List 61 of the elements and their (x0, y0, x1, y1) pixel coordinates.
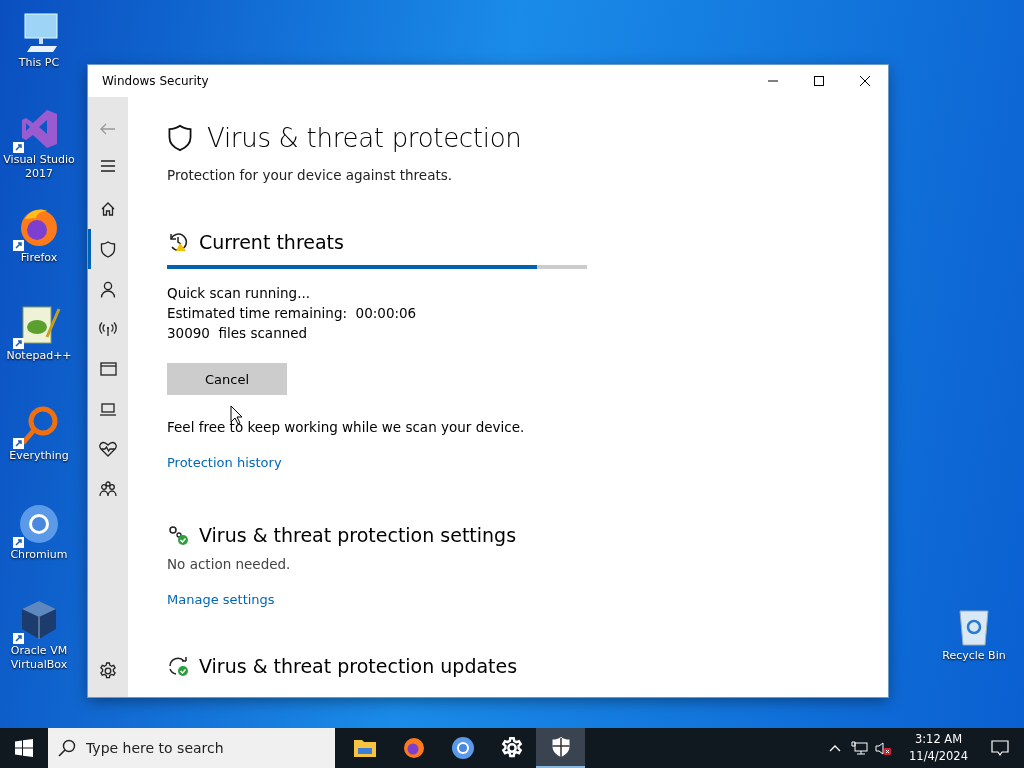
speech-bubble-icon (991, 739, 1009, 757)
cancel-button[interactable]: Cancel (167, 363, 287, 395)
scan-clock-icon (167, 231, 189, 253)
maximize-icon (814, 76, 824, 86)
chevron-up-icon (829, 744, 842, 752)
heart-icon (99, 441, 117, 457)
taskbar-app[interactable] (536, 728, 585, 768)
settings-icon (99, 662, 117, 680)
chromium-icon (17, 502, 61, 546)
person-icon (100, 280, 116, 298)
info-text: Feel free to keep working while we scan your device. (167, 419, 525, 435)
protection-history-link[interactable]: Protection history (167, 455, 282, 470)
section-heading: Current threats (199, 231, 344, 253)
icon-label: Oracle VM VirtualBox (9, 644, 69, 672)
shield-icon (167, 124, 193, 152)
icon-label: Recycle Bin (942, 649, 1006, 663)
shield-icon (100, 240, 116, 258)
network-icon (850, 740, 868, 756)
section-heading: Virus & threat protection updates (199, 655, 518, 677)
shortcut-arrow-icon (13, 338, 24, 349)
icon-label: Notepad++ (6, 349, 72, 363)
search-field[interactable]: Type here to search (48, 728, 335, 768)
icon-label: Chromium (10, 548, 68, 562)
search-icon (58, 739, 76, 757)
home-icon (100, 201, 116, 217)
firefox-icon (401, 736, 426, 760)
back-arrow-icon (100, 123, 116, 135)
family-icon (99, 481, 117, 497)
icon-label: Visual Studio 2017 (2, 153, 76, 181)
muted-speaker-icon (874, 740, 893, 756)
window-icon (99, 362, 117, 376)
refresh-check-icon (167, 655, 189, 677)
shortcut-arrow-icon (13, 438, 24, 449)
shield-icon (550, 736, 571, 758)
shortcut-arrow-icon (13, 633, 24, 644)
settings-icon (500, 737, 523, 759)
icon-label: This PC (18, 56, 60, 70)
folder-icon (352, 738, 377, 758)
icon-label: Firefox (20, 251, 58, 265)
scan-status-text: Estimated time remaining: 00:00:06 (167, 304, 417, 323)
window-title: Windows Security (101, 74, 210, 88)
windows-logo-icon (15, 739, 33, 757)
scan-status-text: 30090 files scanned (167, 324, 309, 343)
chromium-icon (450, 736, 475, 760)
close-icon (860, 76, 870, 86)
section-heading: Virus & threat protection settings (199, 524, 517, 546)
manage-settings-link[interactable]: Manage settings (167, 592, 275, 607)
scan-status-text: Quick scan running... (167, 284, 311, 303)
status-text: No action needed. (167, 556, 291, 572)
clock-date: 11/4/2024 (909, 748, 968, 765)
menu-icon (100, 160, 116, 172)
icon-label: Everything (9, 449, 69, 463)
shortcut-arrow-icon (13, 537, 24, 548)
clock-time: 3:12 AM (914, 731, 963, 748)
antenna-icon (99, 321, 117, 337)
page-title: Virus & threat protection (207, 123, 522, 153)
shortcut-arrow-icon (13, 142, 24, 153)
page-subtitle: Protection for your device against threats. (167, 167, 453, 183)
shortcut-arrow-icon (13, 240, 24, 251)
gears-check-icon (167, 524, 189, 546)
laptop-icon (99, 402, 117, 416)
